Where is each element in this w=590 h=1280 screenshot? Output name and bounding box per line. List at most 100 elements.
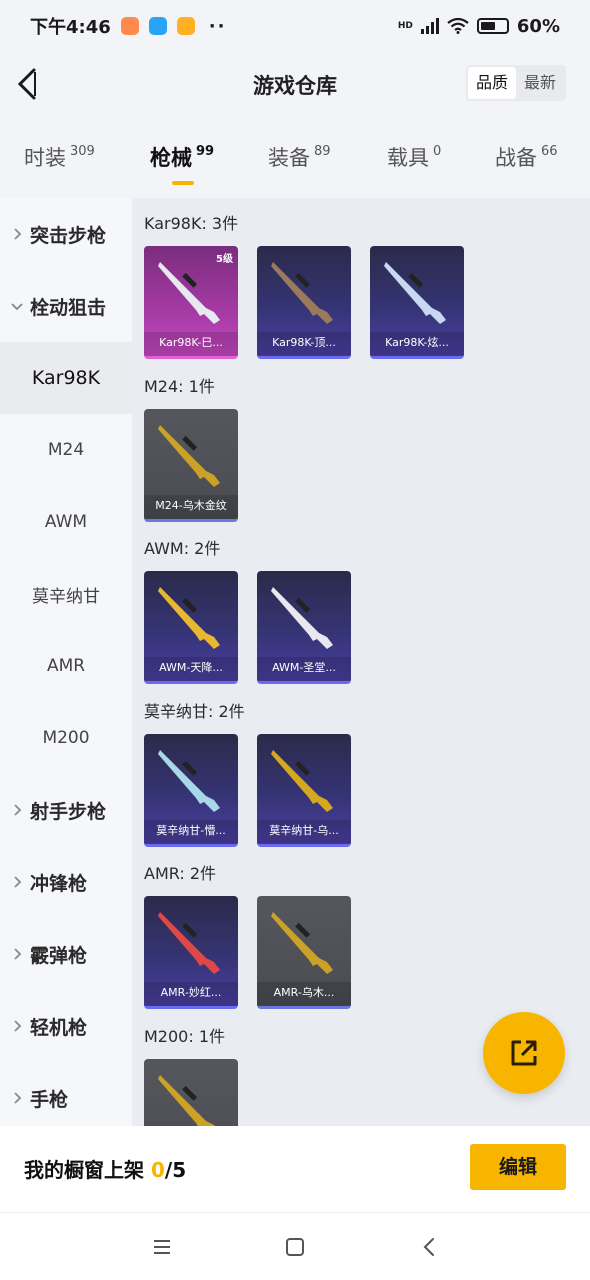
- sidebar-item[interactable]: 栓动狙击: [0, 270, 132, 342]
- sidebar-item[interactable]: M24: [0, 414, 132, 486]
- menu-icon[interactable]: [150, 1235, 174, 1259]
- sidebar-item-label: M200: [42, 728, 90, 748]
- weapon-skin-card[interactable]: Kar98K-炫...: [370, 246, 464, 359]
- sidebar-item-label: 轻机枪: [30, 1016, 88, 1039]
- weapon-skin-card[interactable]: AMR-妙红...: [144, 896, 238, 1009]
- sort-option-quality[interactable]: 品质: [467, 67, 516, 99]
- showcase-status: 我的橱窗上架 0/5: [24, 1154, 186, 1183]
- sidebar-item[interactable]: M200: [0, 702, 132, 774]
- group-title: M24: 1件: [144, 376, 215, 396]
- battery-percent: 60%: [516, 15, 560, 37]
- rifle-icon: [271, 587, 333, 649]
- weapon-skin-card[interactable]: 莫辛纳甘-乌...: [257, 733, 351, 847]
- weapon-category-sidebar: 突击步枪栓动狙击 Kar98K M24 AWM 莫辛纳甘 AMR M200 射手步枪冲锋枪霰弹…: [0, 198, 132, 1126]
- wifi-icon: [447, 18, 469, 34]
- rifle-icon: [158, 424, 220, 487]
- sidebar-item[interactable]: AWM: [0, 486, 132, 558]
- tab-guns[interactable]: 枪械 99: [150, 142, 214, 172]
- category-tabs: 时装 309 枪械 99 装备 89 载具 0 战备 66: [0, 130, 590, 192]
- tab-label: 载具: [387, 146, 429, 170]
- sort-option-latest[interactable]: 最新: [516, 67, 564, 99]
- home-icon[interactable]: [283, 1235, 307, 1259]
- tab-count: 66: [541, 144, 558, 159]
- sidebar-item[interactable]: 射手步枪: [0, 774, 132, 846]
- weapon-skin-card[interactable]: [144, 1058, 238, 1126]
- sidebar-item-label: 霰弹枪: [30, 944, 88, 967]
- more-notifications-icon: ··: [208, 15, 227, 37]
- hd-tag: HD: [397, 21, 413, 31]
- sidebar-item-label: 手枪: [30, 1088, 69, 1111]
- sidebar-item-label: AMR: [46, 656, 86, 676]
- weapon-skin-name: AWM-圣堂...: [257, 657, 351, 681]
- weapon-skin-card[interactable]: AMR-乌木...: [257, 896, 351, 1009]
- weapon-skin-name: M24-乌木金纹: [144, 494, 238, 519]
- sidebar-item[interactable]: 突击步枪: [0, 198, 132, 270]
- showcase-bar: 我的橱窗上架 0/5 编辑: [0, 1126, 590, 1212]
- sidebar-item[interactable]: 莫辛纳甘: [0, 558, 132, 630]
- weapon-skin-card[interactable]: 莫辛纳甘-懵...: [144, 733, 238, 847]
- chevron-right-icon: [14, 876, 22, 888]
- weapon-skin-card[interactable]: AWM-圣堂...: [257, 571, 351, 684]
- sidebar-item[interactable]: Kar98K: [0, 342, 132, 414]
- showcase-total: /5: [164, 1158, 187, 1182]
- weapon-skin-card[interactable]: M24-乌木金纹: [144, 408, 238, 522]
- chevron-right-icon: [14, 1092, 22, 1104]
- rifle-icon: [158, 262, 220, 324]
- weapon-skin-name: AMR-妙红...: [144, 982, 238, 1006]
- chevron-right-icon: [14, 228, 22, 240]
- sidebar-item[interactable]: AMR: [0, 630, 132, 702]
- battery-icon: [476, 18, 509, 34]
- weapon-skin-card[interactable]: AWM-天降...: [144, 571, 238, 684]
- tab-supplies[interactable]: 战备 66: [495, 142, 558, 172]
- tab-label: 枪械: [150, 146, 192, 170]
- sidebar-item-label: Kar98K: [31, 367, 101, 389]
- weapon-skin-name: 莫辛纳甘-懵...: [144, 819, 238, 844]
- sidebar-item[interactable]: 霰弹枪: [0, 918, 132, 990]
- share-button[interactable]: [483, 1012, 565, 1094]
- tab-vehicles[interactable]: 载具 0: [387, 142, 441, 172]
- tab-count: 309: [70, 144, 95, 159]
- rifle-icon: [158, 749, 220, 812]
- weapon-skin-name: Kar98K-炫...: [370, 332, 464, 356]
- weapon-skin-card[interactable]: 5级 Kar98K-巳...: [144, 246, 238, 359]
- chevron-right-icon: [14, 804, 22, 816]
- tab-label: 战备: [495, 146, 537, 170]
- weapon-skin-name: Kar98K-顶...: [257, 332, 351, 356]
- tab-count: 89: [314, 144, 331, 159]
- sidebar-item-label: 栓动狙击: [30, 296, 107, 319]
- weapon-skin-card[interactable]: Kar98K-顶...: [257, 246, 351, 359]
- showcase-current: 0: [150, 1158, 165, 1182]
- sidebar-item-label: 突击步枪: [30, 224, 107, 247]
- signal-icon: [420, 18, 439, 34]
- chevron-down-icon: [11, 303, 23, 311]
- sidebar-item[interactable]: 冲锋枪: [0, 846, 132, 918]
- status-time: 下午4:46: [30, 17, 111, 38]
- share-icon: [511, 1040, 537, 1066]
- weapon-skin-name: AMR-乌木...: [257, 982, 351, 1006]
- system-nav-bar: [0, 1212, 590, 1280]
- group-title: AWM: 2件: [144, 539, 221, 558]
- edit-button[interactable]: 编辑: [470, 1144, 566, 1190]
- weapon-grid: Kar98K: 3件 5级 Kar98K-巳... Kar98K-顶... Kar98K…: [132, 198, 590, 1126]
- sidebar-item-label: 冲锋枪: [30, 872, 88, 895]
- tab-equipment[interactable]: 装备 89: [268, 142, 331, 172]
- tab-count: 99: [196, 144, 215, 159]
- weapon-skin-name: AWM-天降...: [144, 657, 238, 681]
- tab-outfits[interactable]: 时装 309: [24, 142, 95, 172]
- sort-toggle: 品质 最新: [465, 65, 566, 101]
- sidebar-item[interactable]: 轻机枪: [0, 990, 132, 1062]
- tab-label: 装备: [268, 146, 310, 170]
- group-title: Kar98K: 3件: [144, 214, 239, 233]
- active-tab-indicator: [172, 181, 194, 185]
- chevron-right-icon: [14, 1020, 22, 1032]
- rifle-icon: [158, 587, 220, 649]
- chevron-right-icon: [14, 948, 22, 960]
- back-icon[interactable]: [418, 1235, 442, 1259]
- showcase-label: 我的橱窗上架: [24, 1158, 144, 1182]
- app-notification-icon: [148, 17, 167, 35]
- weapon-skin-name: Kar98K-巳...: [144, 332, 238, 356]
- sidebar-item-label: AWM: [44, 512, 88, 532]
- sidebar-item[interactable]: 手枪: [0, 1062, 132, 1134]
- header: 游戏仓库 品质 最新: [0, 52, 590, 118]
- tab-label: 时装: [24, 146, 66, 170]
